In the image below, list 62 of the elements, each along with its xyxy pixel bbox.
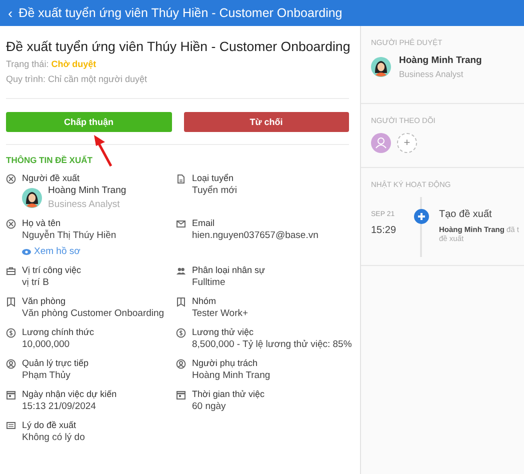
field-value: vị trí B: [22, 277, 50, 288]
building-icon: [6, 297, 16, 307]
field-label: Email: [192, 218, 216, 228]
field-value: 8,500,000 - Tỷ lệ lương thử việc: 85%: [192, 339, 352, 350]
calendar-icon: [6, 390, 16, 400]
field-label: Quản lý trực tiếp: [22, 358, 89, 368]
field-label: Người phụ trách: [192, 358, 258, 368]
field-label: Họ và tên: [22, 218, 62, 228]
field-label: Lương thử việc: [192, 327, 254, 337]
user-name: Hoàng Minh Trang: [48, 185, 126, 196]
field-label: Người đề xuất: [22, 173, 80, 183]
field-value: Văn phòng Customer Onboarding: [22, 308, 164, 319]
field-value: Không có lý do: [22, 432, 85, 443]
approve-button[interactable]: Chấp thuận: [6, 112, 172, 132]
document-icon: [176, 174, 186, 184]
building-icon: [176, 297, 186, 307]
field-label: Phân loại nhân sự: [192, 265, 266, 275]
add-follower-button[interactable]: +: [397, 133, 417, 153]
activity-time: 15:29: [371, 225, 398, 236]
calendar-icon: [176, 390, 186, 400]
field-label: Loại tuyển: [192, 173, 235, 183]
section-title: THÔNG TIN ĐỀ XUẤT: [6, 155, 94, 165]
field-label: Lý do đề xuất: [22, 420, 78, 430]
user-name: Hoàng Minh Trang: [399, 55, 482, 66]
reject-button[interactable]: Từ chối: [184, 112, 349, 132]
back-button[interactable]: ‹: [8, 6, 13, 20]
avatar: [371, 57, 391, 77]
briefcase-icon: [6, 266, 16, 276]
arrow-drawing: [92, 134, 114, 168]
add-icon: [414, 209, 428, 224]
header-title: Đề xuất tuyển ứng viên Thúy Hiền - Customer Onboarding: [18, 6, 342, 20]
activity-title: Tạo đề xuất: [439, 209, 493, 220]
field-label: Văn phòng: [22, 296, 67, 306]
dollar-icon: [6, 328, 16, 338]
field-value: 60 ngày: [192, 401, 227, 412]
user-role: Business Analyst: [48, 199, 121, 210]
status-text: Trạng thái: Chờ duyệt: [6, 59, 98, 69]
field-label: Ngày nhận việc dự kiến: [22, 389, 117, 399]
field-label: Nhóm: [192, 296, 218, 306]
comment-icon: [6, 421, 16, 431]
field-label: Thời gian thử việc: [192, 389, 264, 399]
request-title: Đề xuất tuyển ứng viên Thúy Hiền - Customer Onboarding: [6, 39, 350, 54]
field-value: Hoàng Minh Trang: [192, 370, 270, 381]
process-text: Quy trình: Chỉ cần một người duyệt: [6, 74, 148, 84]
field-label: Lương chính thức: [22, 327, 94, 337]
avatar: [371, 133, 391, 153]
dollar-icon: [176, 328, 186, 338]
user-role: Business Analyst: [399, 69, 464, 79]
field-value: Fulltime: [192, 277, 226, 288]
eye-icon: [22, 248, 31, 254]
field-value: hien.nguyen037657@base.vn: [192, 230, 318, 241]
people-icon: [176, 266, 186, 276]
field-value: 10,000,000: [22, 339, 71, 350]
field-value: Nguyễn Thị Thúy Hiền: [22, 230, 116, 241]
mail-icon: [176, 219, 186, 229]
avatar: [22, 188, 42, 208]
field-value: 15:13 21/09/2024: [22, 401, 97, 412]
view-profile-link[interactable]: Xem hồ sơ: [22, 246, 116, 257]
field-value: Tester Work+: [192, 308, 248, 319]
field-value: Tuyển mới: [192, 185, 237, 196]
field-label: Vị trí công việc: [22, 265, 82, 275]
field-value: Phạm Thủy: [22, 370, 72, 381]
